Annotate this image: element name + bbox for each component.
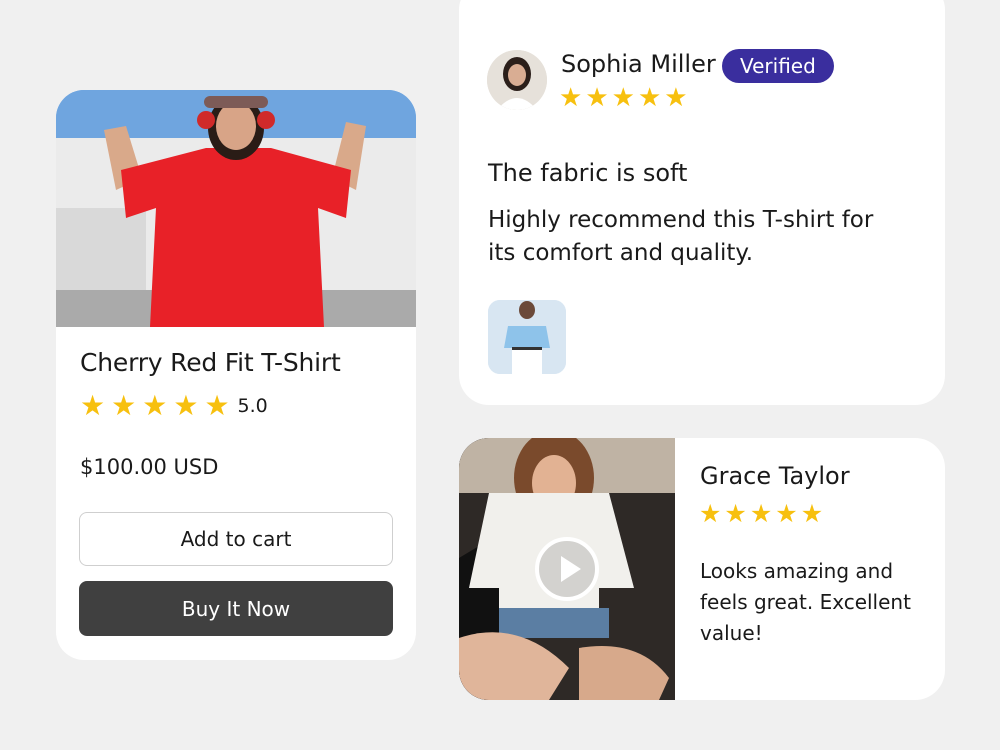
star-icon: ★ (699, 499, 722, 528)
verified-badge: Verified (722, 49, 834, 83)
product-title: Cherry Red Fit T-Shirt (80, 348, 341, 377)
rating-value: 5.0 (237, 395, 268, 417)
star-icon: ★ (585, 83, 609, 113)
review-rating: ★ ★ ★ ★ ★ (699, 500, 826, 528)
video-thumbnail[interactable] (459, 438, 675, 700)
star-icon: ★ (800, 499, 824, 528)
avatar (487, 50, 547, 110)
review-body: Highly recommend this T-shirt for its co… (488, 207, 874, 266)
review-body: Looks amazing and feels great. Excellent… (700, 559, 911, 645)
product-card: Cherry Red Fit T-Shirt ★ ★ ★ ★ ★ 5.0 $10… (56, 90, 416, 660)
star-icon: ★ (111, 389, 137, 422)
product-rating: ★ ★ ★ ★ ★ 5.0 (80, 392, 268, 420)
product-image[interactable] (56, 90, 416, 327)
buy-it-now-button[interactable]: Buy It Now (79, 581, 393, 636)
video-review-card: Grace Taylor ★ ★ ★ ★ ★ Looks amazing and… (459, 438, 945, 700)
review-photo-thumbnail[interactable] (488, 300, 566, 374)
review-title: The fabric is soft (488, 159, 688, 187)
star-icon: ★ (637, 83, 662, 113)
star-icon: ★ (204, 389, 230, 422)
star-icon: ★ (749, 499, 773, 528)
review-card: Sophia Miller Verified ★ ★ ★ ★ ★ The fab… (459, 0, 945, 405)
add-to-cart-button[interactable]: Add to cart (79, 512, 393, 566)
star-icon: ★ (724, 499, 747, 528)
star-icon: ★ (173, 389, 199, 422)
play-icon[interactable] (535, 537, 599, 601)
star-icon: ★ (611, 83, 635, 113)
reviewer-name: Grace Taylor (700, 462, 850, 490)
star-icon: ★ (664, 83, 688, 113)
review-rating: ★ ★ ★ ★ ★ (559, 84, 691, 112)
reviewer-name: Sophia Miller (561, 50, 716, 78)
star-icon: ★ (80, 389, 106, 422)
star-icon: ★ (559, 83, 583, 113)
star-icon: ★ (142, 389, 168, 422)
star-icon: ★ (775, 499, 798, 528)
product-price: $100.00 USD (80, 455, 219, 479)
